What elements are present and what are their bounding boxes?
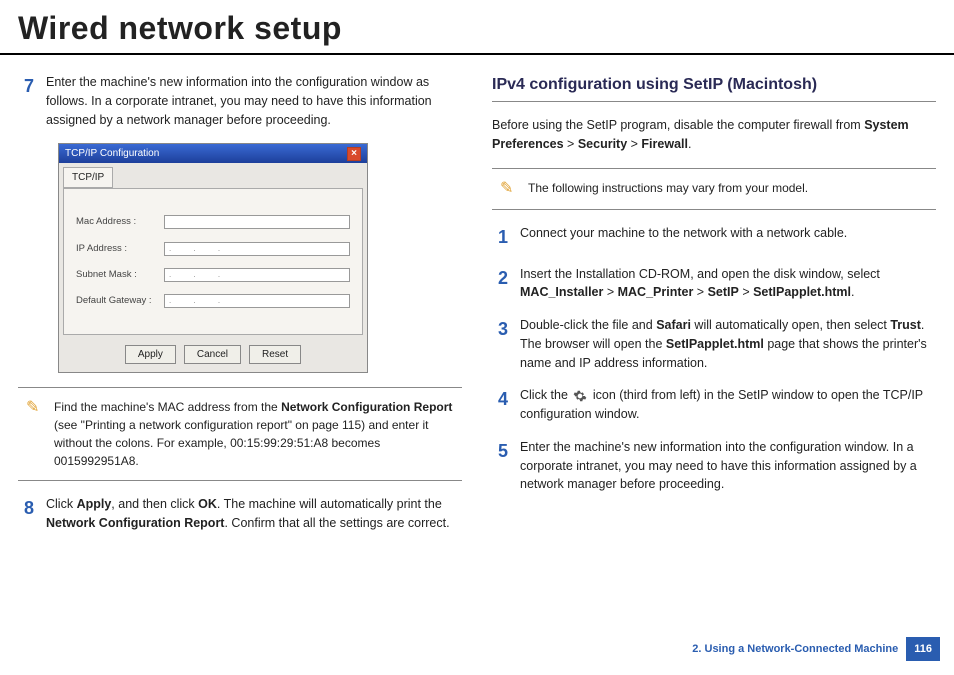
step-7: 7 Enter the machine's new information in…: [18, 73, 462, 129]
b: OK: [198, 497, 217, 511]
t: Click the: [520, 388, 571, 402]
t: , and then click: [111, 497, 198, 511]
t: Insert the Installation CD-ROM, and open…: [520, 267, 880, 281]
left-column: 7 Enter the machine's new information in…: [18, 73, 462, 547]
note-text: The following instructions may vary from…: [528, 179, 808, 199]
pencil-icon: [24, 398, 44, 418]
step-body: Click Apply, and then click OK. The mach…: [46, 495, 462, 533]
step-5: 5 Enter the machine's new information in…: [492, 438, 936, 494]
close-icon: ×: [347, 147, 361, 161]
gt: >: [564, 137, 578, 151]
t: Click: [46, 497, 77, 511]
b: Apply: [77, 497, 112, 511]
t: (see "Printing a network configuration r…: [54, 418, 429, 468]
tcpip-dialog-image: TCP/IP Configuration × TCP/IP Mac Addres…: [58, 143, 368, 373]
content-columns: 7 Enter the machine's new information in…: [0, 55, 954, 547]
reset-button: Reset: [249, 345, 301, 364]
gt: >: [627, 137, 641, 151]
dialog-body: Mac Address : IP Address : . . . Subnet …: [63, 188, 363, 335]
t: .: [688, 137, 691, 151]
step-body: Connect your machine to the network with…: [520, 224, 936, 251]
b: Trust: [890, 318, 921, 332]
b: Network Configuration Report: [46, 516, 224, 530]
gear-icon: [573, 389, 587, 403]
dialog-title-text: TCP/IP Configuration: [65, 146, 159, 161]
label-subnet: Subnet Mask :: [76, 268, 156, 282]
gt: >: [603, 285, 617, 299]
row-ip: IP Address : . . .: [76, 242, 350, 256]
input-mac: [164, 215, 350, 229]
step-number: 5: [492, 438, 508, 494]
gt: >: [739, 285, 753, 299]
row-gateway: Default Gateway : . . .: [76, 294, 350, 308]
label-mac: Mac Address :: [76, 215, 156, 229]
step-1: 1 Connect your machine to the network wi…: [492, 224, 936, 251]
page-number: 116: [906, 637, 940, 661]
row-mac: Mac Address :: [76, 215, 350, 229]
chapter-label: 2. Using a Network-Connected Machine: [692, 643, 898, 655]
row-subnet: Subnet Mask : . . .: [76, 268, 350, 282]
step-number: 7: [18, 73, 34, 129]
note-mac-address: Find the machine's MAC address from the …: [18, 387, 462, 481]
note-instructions-vary: The following instructions may vary from…: [492, 168, 936, 210]
note-text: Find the machine's MAC address from the …: [54, 398, 456, 470]
step-number: 3: [492, 316, 508, 372]
label-ip: IP Address :: [76, 242, 156, 256]
right-column: IPv4 configuration using SetIP (Macintos…: [492, 73, 936, 547]
b: Safari: [656, 318, 691, 332]
page-title: Wired network setup: [0, 0, 954, 55]
b: MAC_Installer: [520, 285, 603, 299]
b: Firewall: [641, 137, 688, 151]
b: MAC_Printer: [618, 285, 694, 299]
step-number: 1: [492, 224, 508, 251]
b: Security: [578, 137, 627, 151]
step-body: Enter the machine's new information into…: [520, 438, 936, 494]
t: . The machine will automatically print t…: [217, 497, 442, 511]
input-subnet: . . .: [164, 268, 350, 282]
b: SetIPapplet.html: [666, 337, 764, 351]
gt: >: [693, 285, 707, 299]
cancel-button: Cancel: [184, 345, 241, 364]
t: Find the machine's MAC address from the: [54, 400, 281, 414]
t: will automatically open, then select: [691, 318, 890, 332]
step-body: Enter the machine's new information into…: [46, 73, 462, 129]
input-gateway: . . .: [164, 294, 350, 308]
dialog-titlebar: TCP/IP Configuration ×: [59, 144, 367, 163]
intro-paragraph: Before using the SetIP program, disable …: [492, 116, 936, 154]
t: . Confirm that all the settings are corr…: [224, 516, 449, 530]
step-body: Double-click the file and Safari will au…: [520, 316, 936, 372]
page-footer: 2. Using a Network-Connected Machine 116: [692, 637, 940, 661]
step-8: 8 Click Apply, and then click OK. The ma…: [18, 495, 462, 533]
step-2: 2 Insert the Installation CD-ROM, and op…: [492, 265, 936, 303]
apply-button: Apply: [125, 345, 176, 364]
section-heading: IPv4 configuration using SetIP (Macintos…: [492, 73, 936, 102]
t: Double-click the file and: [520, 318, 656, 332]
t: .: [851, 285, 854, 299]
label-gateway: Default Gateway :: [76, 294, 156, 308]
pencil-icon: [498, 179, 518, 199]
step-body: Click the icon (third from left) in the …: [520, 386, 936, 424]
input-ip: . . .: [164, 242, 350, 256]
step-3: 3 Double-click the file and Safari will …: [492, 316, 936, 372]
step-4: 4 Click the icon (third from left) in th…: [492, 386, 936, 424]
dialog-buttons: Apply Cancel Reset: [59, 339, 367, 372]
dialog-tab: TCP/IP: [63, 167, 113, 188]
t: Before using the SetIP program, disable …: [492, 118, 864, 132]
b: SetIP: [708, 285, 739, 299]
step-number: 8: [18, 495, 34, 533]
step-body: Insert the Installation CD-ROM, and open…: [520, 265, 936, 303]
step-number: 2: [492, 265, 508, 303]
b: Network Configuration Report: [281, 400, 452, 414]
b: SetIPapplet.html: [753, 285, 851, 299]
step-number: 4: [492, 386, 508, 424]
